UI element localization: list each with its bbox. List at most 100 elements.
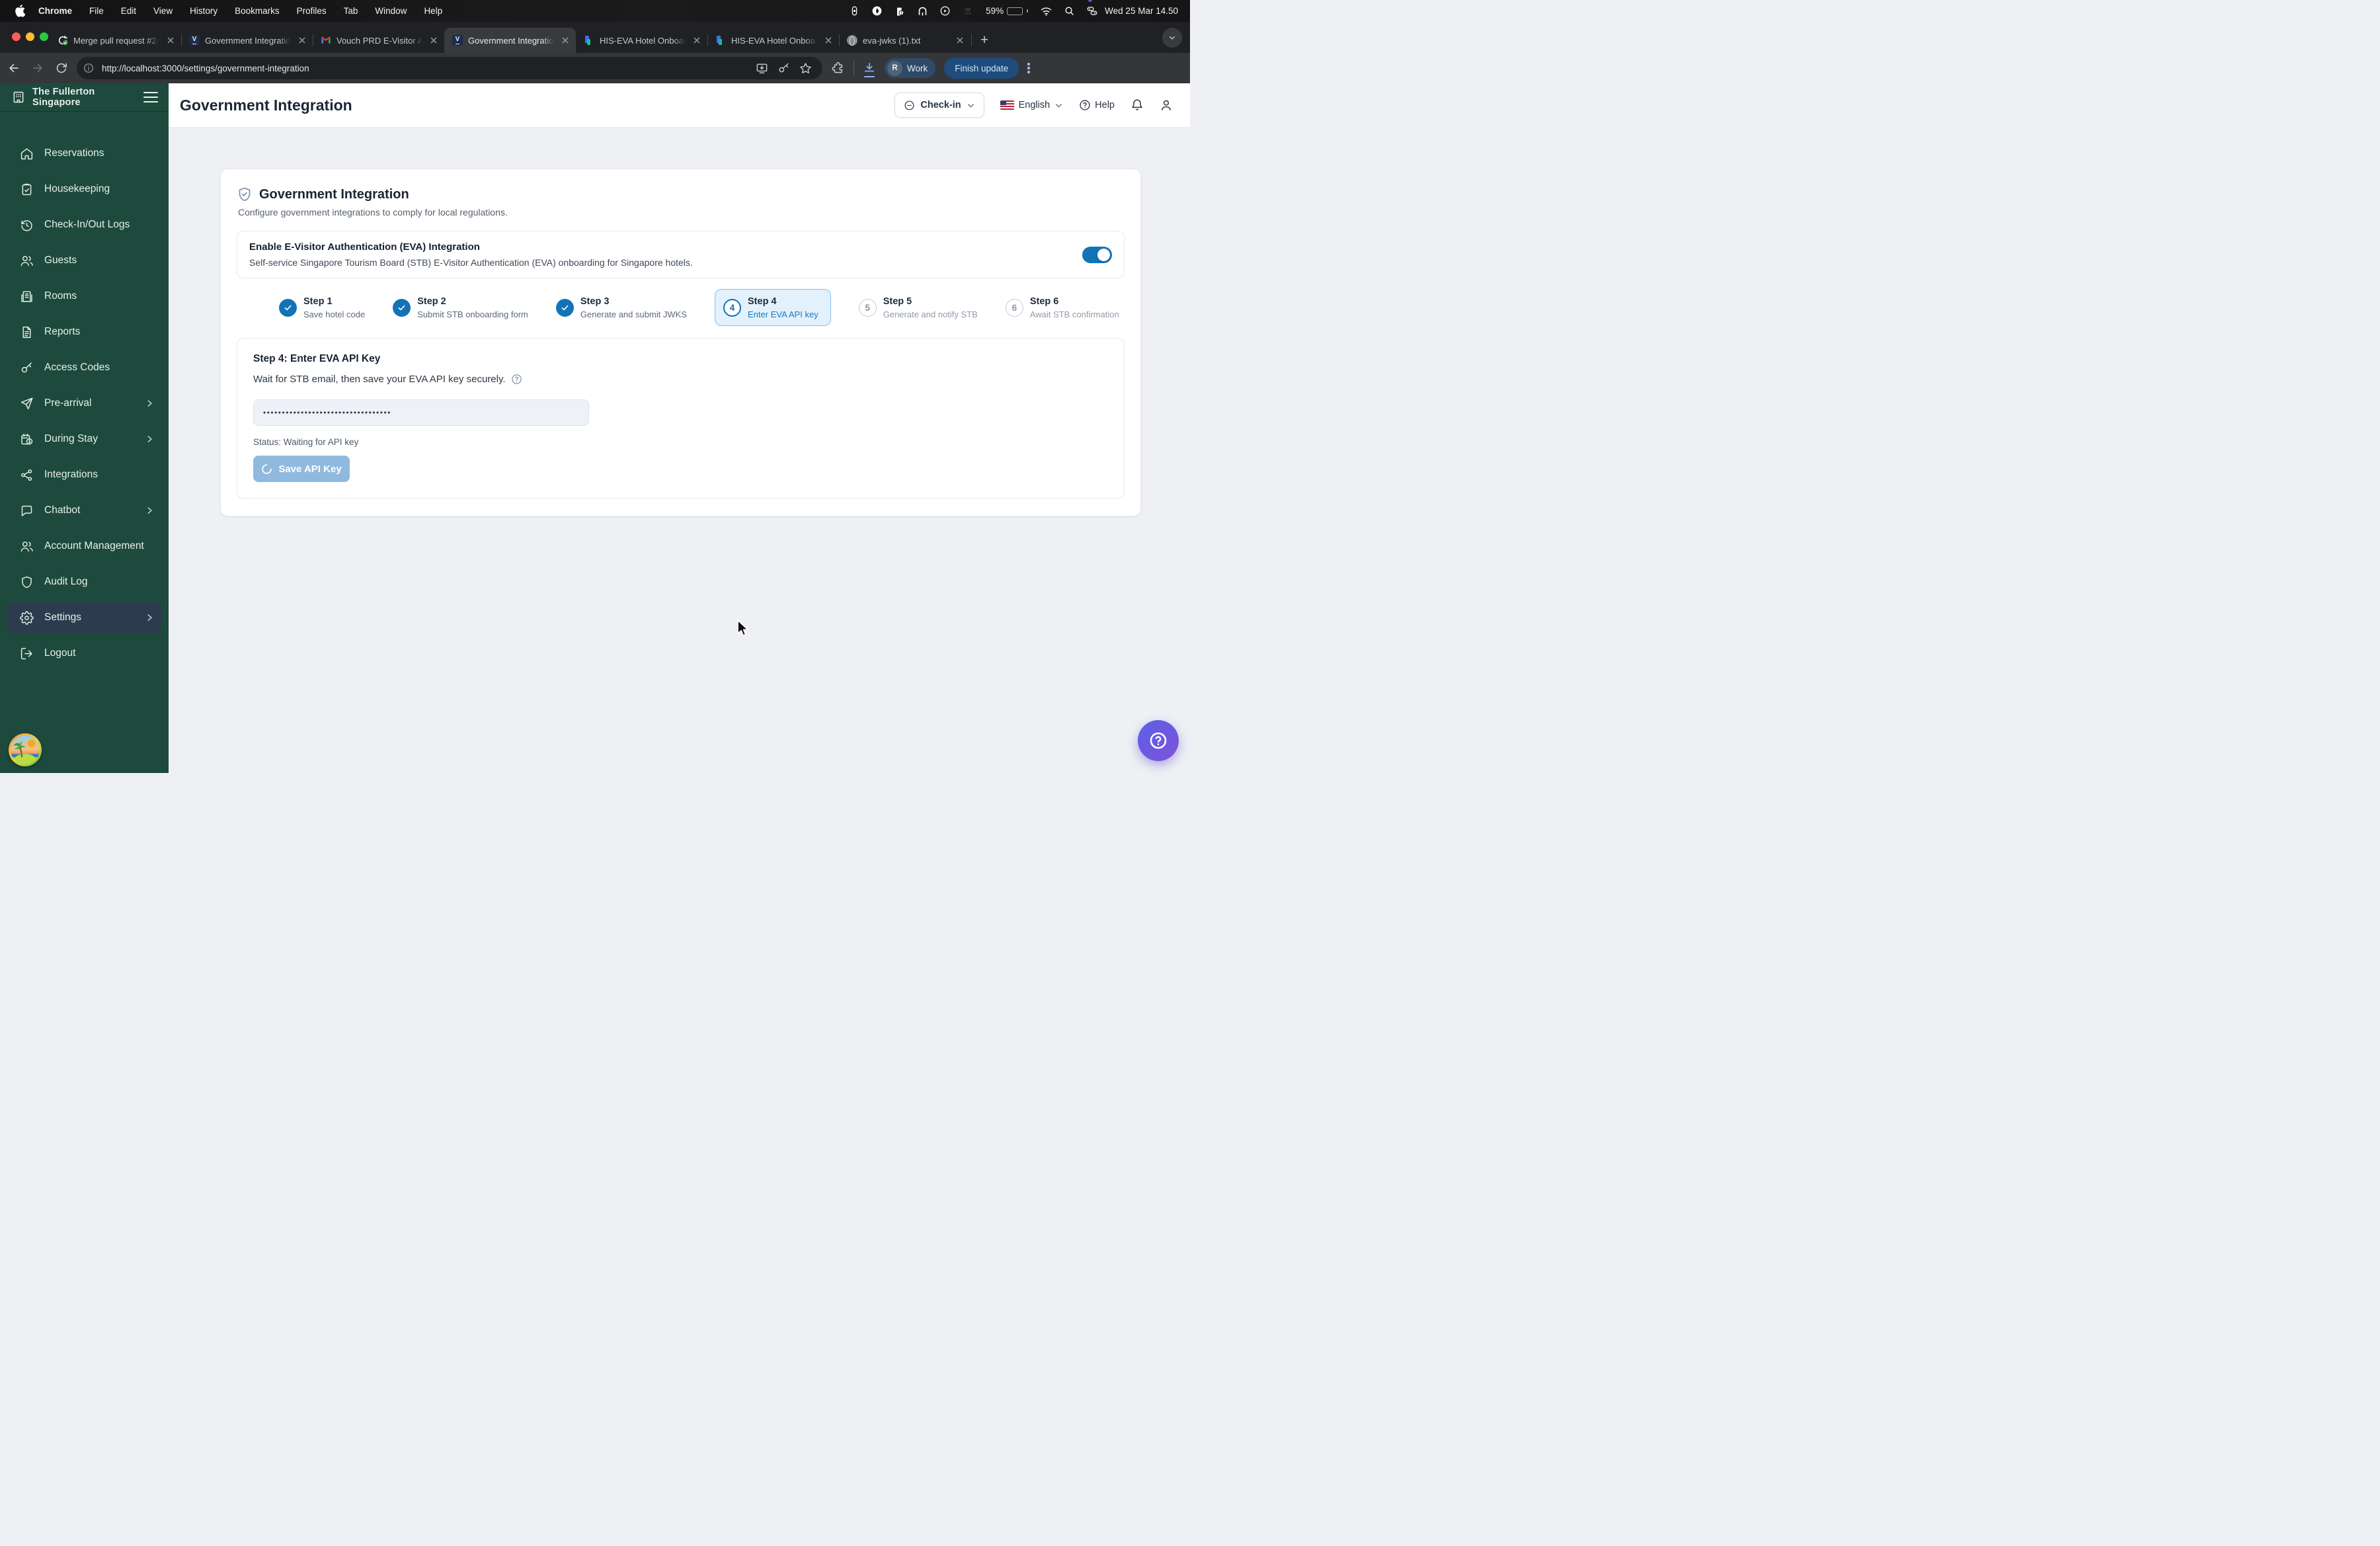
sidebar-item-during-stay[interactable]: During Stay [0,424,169,454]
minimize-window-button[interactable] [26,32,34,41]
close-window-button[interactable] [12,32,20,41]
tab-search-button[interactable] [1162,28,1182,48]
close-tab-icon[interactable] [691,35,702,46]
notification-dot [1088,0,1093,2]
control-center-icon[interactable] [1087,0,1097,16]
step-done-icon [393,298,411,317]
sidebar-item-guests[interactable]: Guests [0,245,169,276]
sidebar-item-audit-log[interactable]: Audit Log [0,567,169,597]
url-text[interactable]: http://localhost:3000/settings/governmen… [102,63,756,73]
sidebar-item-reports[interactable]: Reports [0,317,169,347]
site-info-icon[interactable] [79,59,98,77]
chevron-right-icon [147,436,152,442]
extensions-icon[interactable] [832,61,845,75]
step-3[interactable]: Step 3 Generate and submit JWKS [555,296,687,319]
api-key-status: Status: Waiting for API key [253,437,359,447]
close-tab-icon[interactable] [954,35,965,46]
step-6[interactable]: 6 Step 6 Await STB confirmation [1005,296,1119,319]
step-5[interactable]: 5 Step 5 Generate and notify STB [858,296,978,319]
menubar-file[interactable]: File [89,6,104,16]
brand-row: The Fullerton Singapore [0,83,169,112]
menubar-tab[interactable]: Tab [344,6,358,16]
floating-help-button[interactable] [1138,720,1179,761]
save-api-key-button[interactable]: Save API Key [253,456,350,482]
tab-government-integration-1[interactable]: V Government Integration - A [181,28,313,53]
page-title: Government Integration [180,96,352,114]
eva-toggle-switch[interactable] [1082,246,1112,263]
tab-eva-jwks-txt[interactable]: eva-jwks (1).txt [839,28,971,53]
gear-icon [20,610,34,625]
step-4-panel: Step 4: Enter EVA API Key Wait for STB e… [237,338,1125,499]
step-4-active[interactable]: 4 Step 4 Enter EVA API key [715,289,831,326]
back-button[interactable] [4,58,24,78]
user-avatar[interactable] [9,733,42,766]
menubar-clock[interactable]: Wed 25 Mar 14.50 [1105,6,1178,16]
profile-chip[interactable]: R Work [885,58,936,78]
sidebar-item-logout[interactable]: Logout [0,638,169,669]
play-circle-icon[interactable] [940,6,950,16]
address-bar[interactable]: http://localhost:3000/settings/governmen… [77,57,822,79]
account-person-icon[interactable] [1160,99,1173,112]
sidebar-item-account-management[interactable]: Account Management [0,531,169,561]
help-button[interactable]: Help [1079,99,1115,111]
menubar-bookmarks[interactable]: Bookmarks [235,6,280,16]
tab-his-eva-onboarding-2[interactable]: HIS-EVA Hotel Onboarding [707,28,839,53]
notifications-bell-icon[interactable] [1130,99,1144,112]
menubar-window[interactable]: Window [375,6,407,16]
install-app-icon[interactable] [756,62,768,75]
step-1[interactable]: Step 1 Save hotel code [279,296,365,319]
menubar-view[interactable]: View [153,6,173,16]
arch-app-icon[interactable] [918,6,928,16]
reload-button[interactable] [52,58,71,78]
forward-button[interactable] [28,58,48,78]
close-tab-icon[interactable] [165,35,176,46]
shutter-icon[interactable] [872,6,882,16]
menubar-profiles[interactable]: Profiles [297,6,327,16]
spotlight-search-icon[interactable] [1064,6,1074,16]
bookmark-star-icon[interactable] [799,62,812,75]
help-circle-icon[interactable] [511,374,522,385]
tab-merge-pull-request[interactable]: Merge pull request #2406 f [50,28,181,53]
checkin-dropdown[interactable]: Check-in [894,93,984,118]
collapse-sidebar-icon[interactable] [143,89,158,105]
battery-indicator[interactable]: 59% [986,6,1029,16]
close-tab-icon[interactable] [822,35,834,46]
tab-title: Vouch PRD E-Visitor Authen [337,35,422,46]
language-selector[interactable]: English [1000,100,1064,110]
tab-government-integration-active[interactable]: V Government Integration - A [444,28,576,53]
eva-toggle-label: Enable E-Visitor Authentication (EVA) In… [249,241,480,253]
sidebar-item-housekeeping[interactable]: Housekeeping [0,174,169,204]
menubar-app-name[interactable]: Chrome [38,6,72,16]
downloads-button[interactable] [863,61,876,77]
close-tab-icon[interactable] [559,35,571,46]
close-tab-icon[interactable] [296,35,307,46]
chrome-menu-icon[interactable] [1027,63,1030,73]
tab-his-eva-onboarding-1[interactable]: HIS-EVA Hotel Onboarding [576,28,707,53]
sidebar-item-settings[interactable]: Settings [7,602,162,633]
sidebar-item-rooms[interactable]: Rooms [0,281,169,311]
menubar-history[interactable]: History [190,6,218,16]
users-icon [20,255,33,266]
wifi-icon[interactable] [1041,7,1052,16]
menubar-help[interactable]: Help [424,6,442,16]
keyboard-brightness-icon[interactable] [963,6,973,17]
sidebar-item-reservations[interactable]: Reservations [0,138,169,169]
sidebar-item-checkinout-logs[interactable]: Check-In/Out Logs [0,210,169,240]
sidebar-item-access-codes[interactable]: Access Codes [0,352,169,383]
password-key-icon[interactable] [777,62,790,75]
tab-vouch-prd-email[interactable]: Vouch PRD E-Visitor Authen [313,28,444,53]
finish-update-button[interactable]: Finish update [944,58,1019,79]
step-2[interactable]: Step 2 Submit STB onboarding form [393,296,528,319]
eva-api-key-input[interactable] [253,399,589,426]
sidebar-item-chatbot[interactable]: Chatbot [0,495,169,526]
maximize-window-button[interactable] [40,32,48,41]
sidebar-item-integrations[interactable]: Integrations [0,460,169,490]
apple-menu-icon[interactable] [15,5,25,17]
new-tab-button[interactable]: + [971,30,994,50]
hand-warning-icon[interactable] [894,6,905,17]
shield-check-icon [239,187,251,202]
menubar-edit[interactable]: Edit [121,6,136,16]
close-tab-icon[interactable] [428,35,439,46]
sidebar-item-pre-arrival[interactable]: Pre-arrival [0,388,169,419]
record-indicator-icon[interactable] [850,6,859,16]
